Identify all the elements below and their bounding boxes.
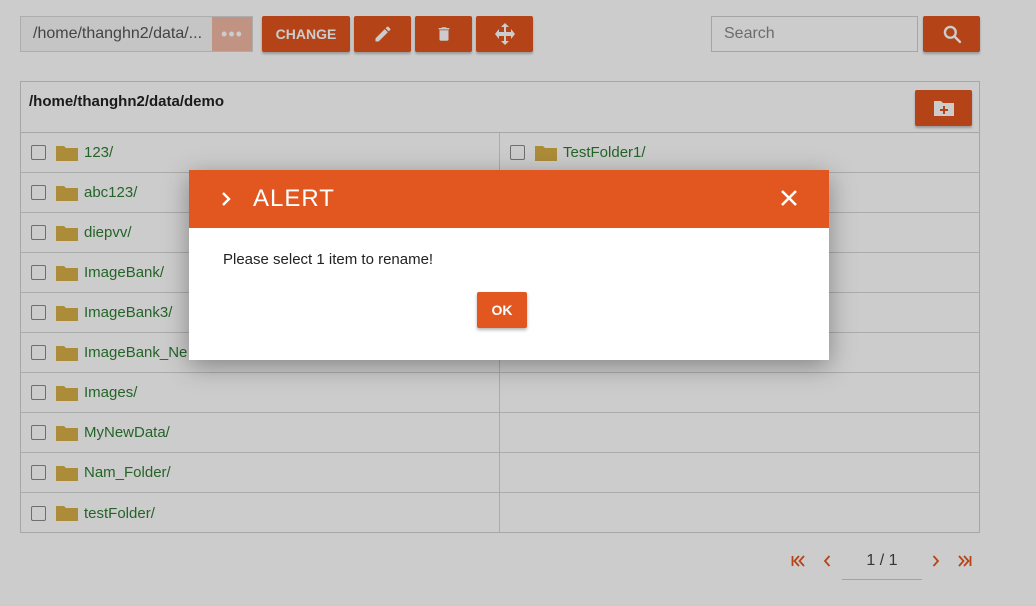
close-icon[interactable] — [779, 188, 799, 208]
ok-button[interactable]: OK — [477, 292, 527, 328]
chevron-right-icon — [222, 192, 231, 206]
alert-dialog-title: ALERT — [253, 185, 335, 212]
alert-dialog-message: Please select 1 item to rename! — [223, 251, 434, 268]
alert-dialog: ALERT Please select 1 item to rename! OK — [189, 170, 829, 360]
file-manager-app: /home/thanghn2/data/... ••• CHANGE /home… — [0, 0, 1036, 606]
alert-dialog-header: ALERT — [189, 170, 829, 228]
